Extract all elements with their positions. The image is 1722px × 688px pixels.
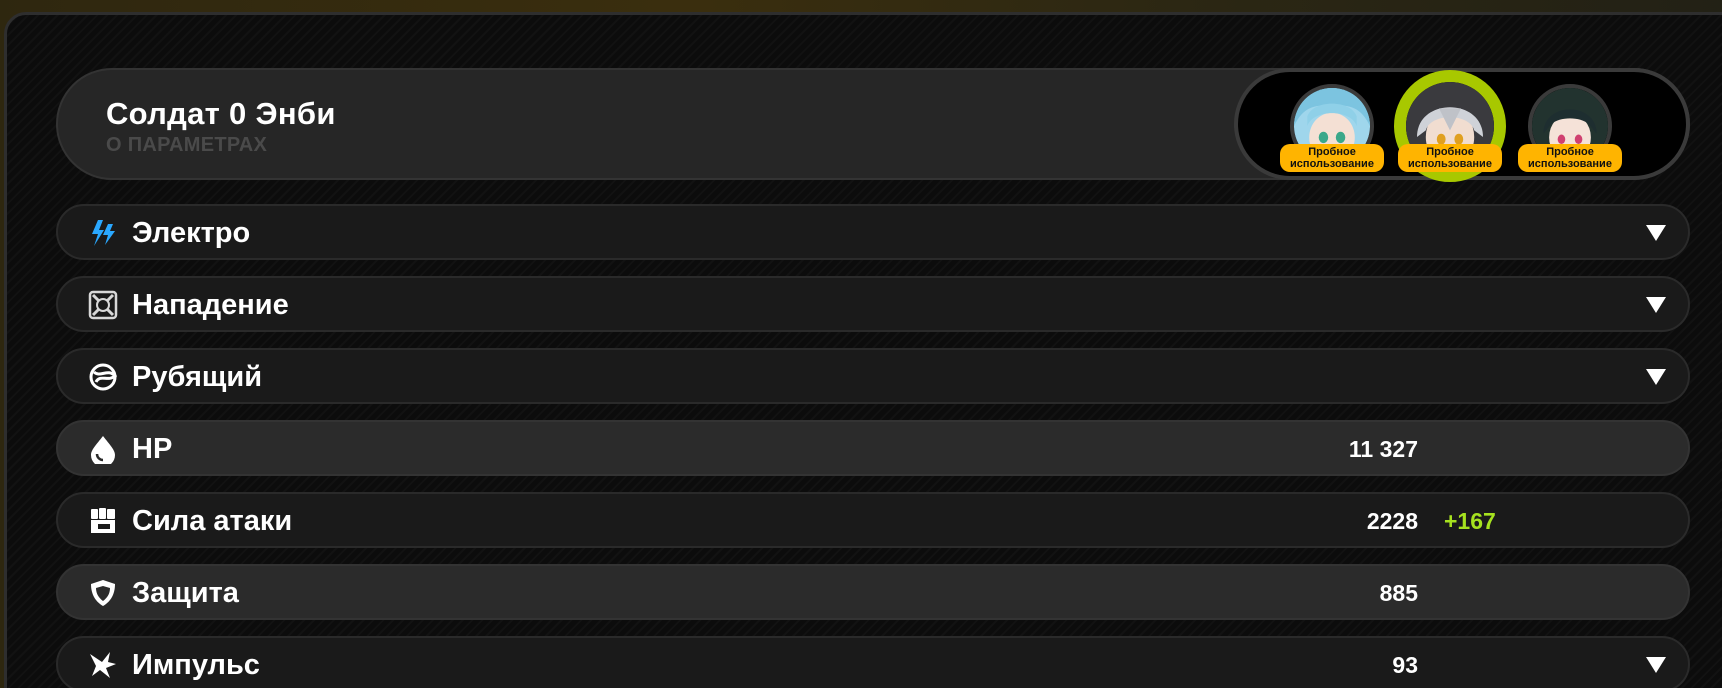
chevron-down-icon[interactable] [1646,225,1666,241]
stat-label: Электро [132,217,251,249]
chevron-down-icon[interactable] [1646,369,1666,385]
electric-icon [92,220,115,246]
agent-name: Солдат 0 Энби [106,96,336,131]
hp-drop-icon [91,436,115,464]
chevron-down-icon[interactable] [1646,297,1666,313]
stat-value: 93 [1392,652,1418,678]
trial-badge: Пробное использование [1280,144,1384,172]
stat-bonus: +167 [1444,508,1496,534]
chevron-down-icon[interactable] [1646,657,1666,673]
stat-value: 885 [1379,580,1418,606]
stat-row-slash[interactable]: Рубящий [56,348,1690,404]
stat-label: Импульс [132,649,260,681]
stat-label: Рубящий [132,361,263,393]
stat-row-attack-type[interactable]: Нападение [56,276,1690,332]
stat-label: HP [132,433,173,465]
trial-badge: Пробное использование [1518,144,1622,172]
stat-value: 2228 [1366,508,1418,534]
agent-selector: Пробное использование Пробное использова… [1234,68,1690,182]
agent-header: Солдат 0 Энби О ПАРАМЕТРАХ Пробное испол… [56,68,1690,182]
agent-avatar-3[interactable]: Пробное использование [1518,84,1622,172]
shield-icon [91,580,115,606]
stat-row-hp: HP 11 327 [56,420,1690,476]
fist-icon [91,508,115,533]
stat-row-defense: Защита 885 [56,564,1690,620]
impulse-icon [90,652,116,678]
stat-label: Нападение [132,289,289,321]
stat-label: Защита [132,577,239,609]
slash-icon [89,363,118,391]
attack-type-icon [88,290,118,320]
trial-badge: Пробное использование [1398,144,1502,172]
agent-avatar-2[interactable]: Пробное использование [1394,70,1506,182]
agent-avatar-1[interactable]: Пробное использование [1280,84,1384,172]
section-subtitle: О ПАРАМЕТРАХ [106,134,268,156]
stat-row-impulse[interactable]: Импульс 93 [56,636,1690,688]
stat-row-electric[interactable]: Электро [56,204,1690,260]
stat-label: Сила атаки [132,505,293,537]
stat-row-attack: Сила атаки 2228 +167 [56,492,1690,548]
stat-value: 11 327 [1348,436,1418,462]
